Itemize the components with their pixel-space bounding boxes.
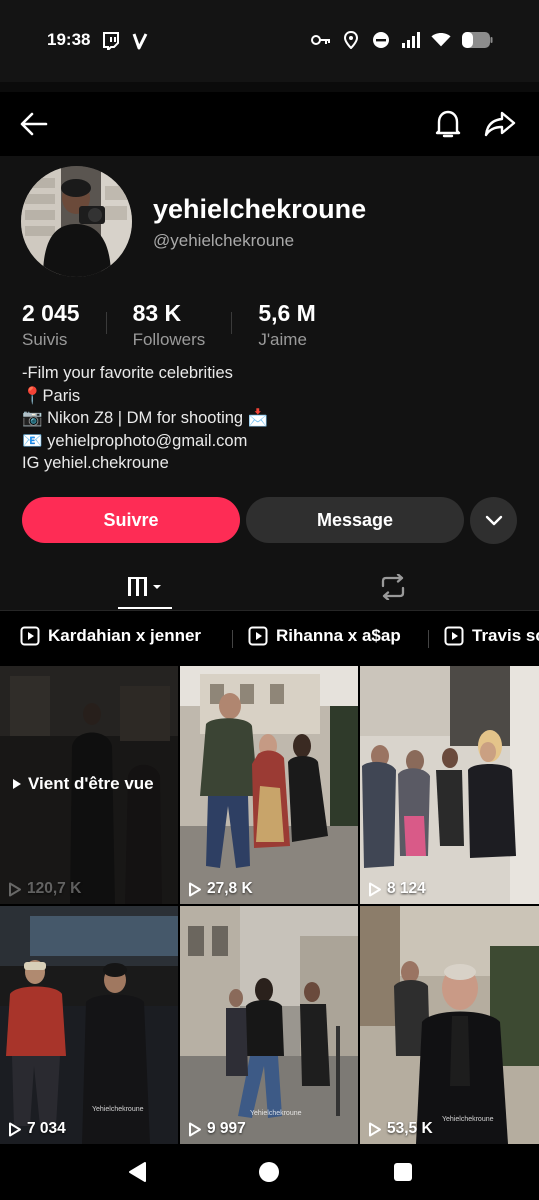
nav-home-button[interactable] (255, 1158, 283, 1186)
tab-videos[interactable] (118, 564, 172, 610)
playlist-chip[interactable]: Kardahian x jenner (20, 626, 201, 646)
wifi-icon (431, 30, 451, 50)
play-outline-icon (9, 1122, 21, 1136)
stat-following[interactable]: 2 045 Suivis (22, 300, 80, 350)
play-outline-icon (9, 882, 21, 896)
grid-icon (128, 577, 161, 596)
notification-button[interactable] (430, 106, 466, 142)
circle-home-icon (259, 1162, 279, 1182)
location-icon (341, 30, 361, 50)
username-handle: @yehielchekroune (153, 231, 295, 250)
view-count: 8 124 (368, 880, 426, 898)
suggested-accounts-button[interactable] (470, 497, 517, 544)
battery-icon (461, 30, 493, 50)
thumbnail-image (360, 666, 539, 904)
tab-active-indicator (118, 607, 172, 609)
playlist-icon (248, 626, 268, 646)
message-button[interactable]: Message (246, 497, 464, 543)
play-outline-icon (369, 882, 381, 896)
watermark: Yehielchekroune (442, 1116, 494, 1123)
play-outline-icon (189, 1122, 201, 1136)
system-nav-bar (0, 1144, 539, 1200)
view-count: 120,7 K (8, 880, 81, 898)
tab-reposts[interactable] (366, 564, 420, 610)
triangle-back-icon (129, 1162, 146, 1182)
thumbnail-image (360, 906, 539, 1144)
thumbnail-image (180, 666, 358, 904)
thumbnail-image (180, 906, 358, 1144)
video-thumbnail[interactable]: Yehielchekroune 9 997 (180, 906, 358, 1144)
stat-value: 2 045 (22, 300, 80, 326)
view-count: 53,5 K (368, 1120, 433, 1138)
playlist-chip[interactable]: Rihanna x a$ap (248, 626, 401, 646)
back-button[interactable] (16, 106, 52, 142)
view-count: 7 034 (8, 1120, 66, 1138)
stat-followers[interactable]: 83 K Followers (133, 300, 206, 350)
video-thumbnail[interactable]: 8 124 (360, 666, 539, 904)
profile-header: yehielchekroune @yehielchekroune 2 045 S… (0, 156, 539, 611)
watermark: Yehielchekroune (250, 1110, 302, 1117)
camera-icon: 📷 (22, 409, 43, 428)
play-icon (13, 779, 21, 789)
bio-line: -Film your favorite celebrities (22, 364, 233, 382)
thumbnail-image (0, 906, 178, 1144)
playlist-icon (444, 626, 464, 646)
playlist-row: Kardahian x jenner Rihanna x a$ap Travis… (0, 612, 539, 664)
profile-stats: 2 045 Suivis 83 K Followers 5,6 M J'aime (22, 300, 316, 350)
video-thumbnail[interactable]: Yehielchekroune 53,5 K (360, 906, 539, 1144)
signal-icon (401, 30, 421, 50)
video-thumbnail[interactable]: Vient d'être vue 120,7 K (0, 666, 178, 904)
dnd-icon (371, 30, 391, 50)
playlist-chip[interactable]: Travis sc (444, 626, 539, 646)
playlist-label: Kardahian x jenner (48, 626, 202, 645)
share-button[interactable] (482, 106, 518, 142)
bio-email[interactable]: yehielprophoto@gmail.com (47, 432, 247, 450)
bio-line: 📷 Nikon Z8 | DM for shooting 📩 (22, 409, 269, 428)
follow-button[interactable]: Suivre (22, 497, 240, 543)
v-app-icon (130, 31, 150, 51)
video-thumbnail[interactable]: 27,8 K (180, 666, 358, 904)
chevron-down-icon (485, 515, 502, 525)
nav-recents-button[interactable] (389, 1158, 417, 1186)
twitch-icon (100, 31, 120, 51)
avatar[interactable] (21, 166, 132, 277)
stat-label: Suivis (22, 330, 68, 349)
playlist-icon (20, 626, 40, 646)
bell-icon (435, 110, 461, 138)
stat-likes[interactable]: 5,6 M J'aime (258, 300, 316, 350)
status-time: 19:38 (47, 30, 91, 49)
video-grid: Vient d'être vue 120,7 K 27,8 K 8 124 Ye… (0, 666, 539, 1144)
pin-icon: 📍 (22, 386, 43, 405)
repost-icon (381, 574, 405, 600)
status-bar: 19:38 (0, 0, 539, 82)
square-recents-icon (394, 1163, 412, 1181)
stat-label: Followers (132, 330, 206, 349)
stat-label: J'aime (258, 330, 307, 349)
play-outline-icon (369, 1122, 381, 1136)
recently-viewed-badge: Vient d'être vue (12, 774, 154, 794)
share-arrow-icon (484, 111, 516, 137)
display-name: yehielchekroune (153, 194, 367, 224)
playlist-label: Rihanna x a$ap (276, 626, 401, 645)
bio: -Film your favorite celebrities 📍Paris 📷… (22, 362, 268, 475)
play-outline-icon (189, 882, 201, 896)
video-thumbnail[interactable]: Yehielchekroune 7 034 (0, 906, 178, 1144)
nav-back-button[interactable] (123, 1158, 151, 1186)
view-count: 27,8 K (188, 880, 253, 898)
key-icon (311, 30, 331, 50)
envelope-arrow-icon: 📩 (247, 409, 269, 428)
bio-line: IG yehiel.chekroune (22, 454, 169, 473)
profile-tabs (0, 564, 539, 610)
top-bar (0, 92, 539, 156)
bio-line: 📍Paris (22, 386, 81, 405)
watermark: Yehielchekroune (92, 1106, 144, 1113)
stat-value: 5,6 M (258, 300, 316, 326)
stat-value: 83 K (132, 300, 182, 326)
arrow-left-icon (20, 112, 48, 136)
email-icon: 📧 (22, 431, 43, 450)
view-count: 9 997 (188, 1120, 246, 1138)
bio-line: 📧 yehielprophoto@gmail.com (22, 430, 268, 453)
playlist-label: Travis sc (472, 626, 539, 645)
